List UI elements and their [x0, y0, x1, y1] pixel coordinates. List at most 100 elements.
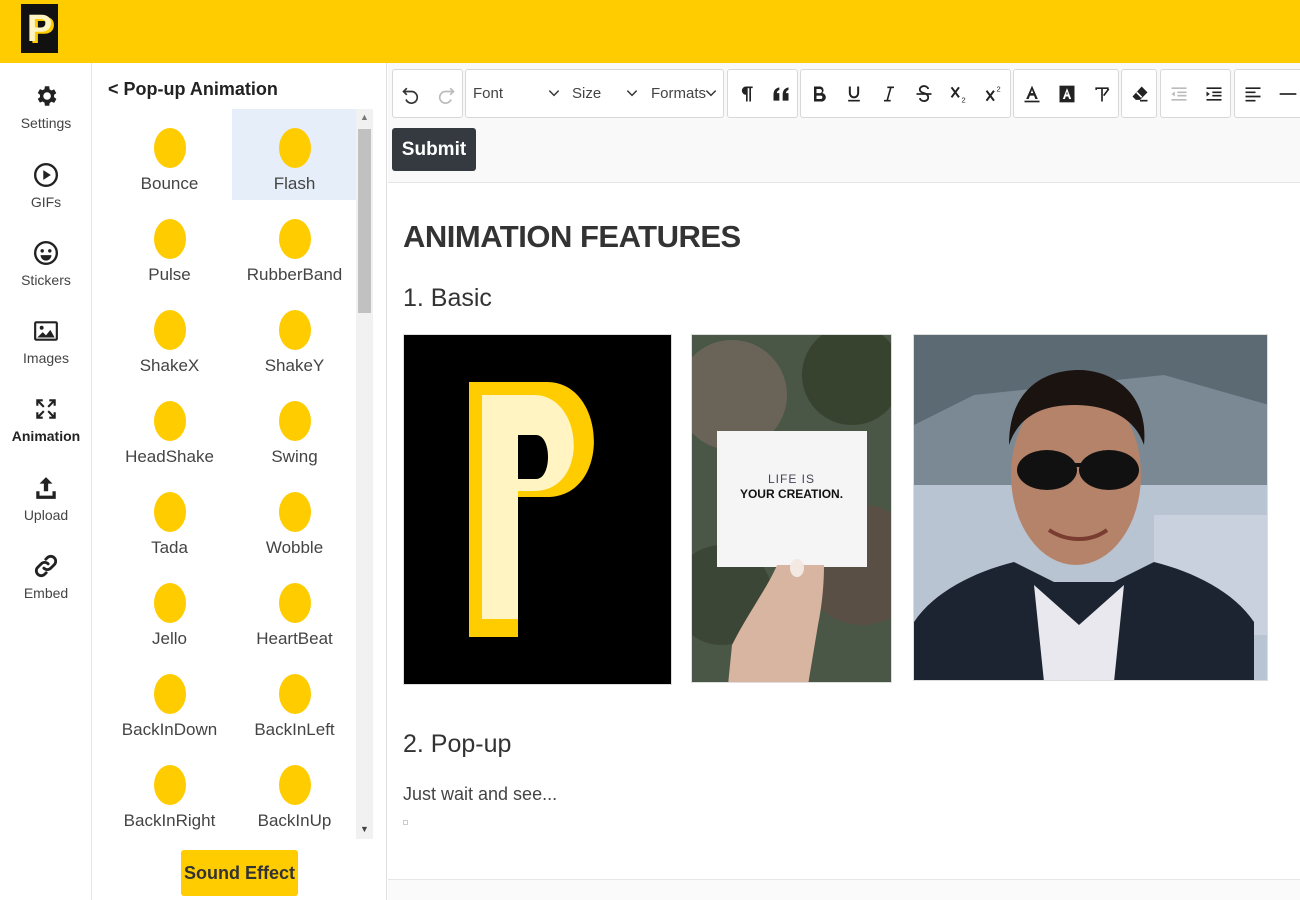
highlight-color-button[interactable]	[1049, 70, 1084, 117]
panel-scrollbar[interactable]: ▲ ▼	[356, 109, 373, 839]
clear-format-button[interactable]	[1122, 70, 1157, 117]
section-heading-popup: 2. Pop-up	[403, 730, 512, 758]
nav-label: Upload	[23, 507, 69, 523]
align-group	[1234, 69, 1300, 118]
nav-gifs[interactable]: GIFs	[0, 160, 92, 238]
superscript-button[interactable]: 2	[976, 70, 1011, 117]
app-logo[interactable]: P	[21, 4, 58, 53]
animation-option[interactable]: Flash	[232, 109, 357, 200]
formats-select[interactable]: Formats	[651, 70, 720, 117]
animation-dot	[278, 492, 311, 532]
nav-embed[interactable]: Embed	[0, 551, 92, 629]
animation-label: Pulse	[148, 265, 191, 284]
color-group	[1013, 69, 1119, 118]
animation-option[interactable]: HeadShake	[107, 382, 232, 473]
animation-option[interactable]: Jello	[107, 564, 232, 655]
quote-icon	[773, 86, 788, 101]
nav-animation[interactable]: Animation	[0, 394, 92, 472]
size-select[interactable]: Size	[572, 70, 641, 117]
left-nav-rail: Settings GIFs Stickers Images Animation …	[0, 63, 92, 900]
animation-label: Tada	[151, 538, 188, 557]
submit-button[interactable]: Submit	[392, 128, 476, 171]
eraser-icon	[1132, 86, 1147, 101]
animation-option[interactable]: RubberBand	[232, 200, 357, 291]
upload-icon	[36, 477, 56, 499]
hand-card-photo	[692, 335, 891, 682]
undo-icon	[401, 87, 418, 104]
animation-label: BackInLeft	[254, 720, 335, 739]
animation-option[interactable]: BackInDown	[107, 655, 232, 746]
outdent-button[interactable]	[1161, 70, 1196, 117]
animation-option[interactable]: BackInLeft	[232, 655, 357, 746]
paragraph-button[interactable]	[728, 70, 763, 117]
animation-dot	[278, 583, 311, 623]
scroll-thumb[interactable]	[358, 129, 371, 313]
underline-button[interactable]	[836, 70, 871, 117]
animation-dot	[153, 310, 186, 350]
redo-button[interactable]	[428, 70, 463, 117]
animation-option[interactable]: ShakeY	[232, 291, 357, 382]
subscript-icon: 2	[950, 86, 965, 104]
font-select[interactable]: Font	[473, 70, 563, 117]
animation-option[interactable]: Wobble	[232, 473, 357, 564]
nav-label: Images	[23, 350, 69, 366]
inline-placeholder	[403, 820, 408, 825]
animation-label: Jello	[152, 629, 187, 648]
undo-button[interactable]	[393, 70, 428, 117]
animation-option[interactable]: Swing	[232, 382, 357, 473]
animation-label: BackInUp	[257, 811, 332, 830]
sound-effect-button[interactable]: Sound Effect	[181, 850, 298, 896]
animation-option[interactable]: BackInUp	[232, 746, 357, 837]
nav-images[interactable]: Images	[0, 316, 92, 394]
font-controls-group: Font Size Formats	[465, 69, 724, 118]
animation-option[interactable]: HeartBeat	[232, 564, 357, 655]
person-gif[interactable]	[913, 334, 1268, 681]
animation-dot	[153, 401, 186, 441]
logo-gif[interactable]	[403, 334, 672, 685]
animation-label: ShakeY	[264, 356, 325, 375]
animation-option[interactable]: Tada	[107, 473, 232, 564]
italic-button[interactable]	[871, 70, 906, 117]
panel-back-title[interactable]: < Pop-up Animation	[108, 79, 278, 100]
subscript-button[interactable]: 2	[941, 70, 976, 117]
animation-label: Bounce	[140, 174, 199, 193]
font-color-button[interactable]	[1014, 70, 1049, 117]
editor-toolbar: Font Size Formats 2 2 Submit	[388, 63, 1300, 183]
text-style-group: 2 2	[800, 69, 1011, 118]
align-left-button[interactable]	[1235, 70, 1270, 117]
size-select-label: Size	[572, 85, 602, 102]
nav-label: Settings	[20, 115, 72, 131]
document-content[interactable]: ANIMATION FEATURES 1. Basic LIFE IS YOUR…	[388, 184, 1300, 879]
scroll-down-arrow-icon[interactable]: ▼	[356, 824, 373, 836]
nav-stickers[interactable]: Stickers	[0, 238, 92, 316]
redo-icon	[438, 87, 455, 104]
card-text-line2: YOUR CREATION.	[739, 487, 844, 501]
logo-letter: P	[26, 7, 53, 50]
strikethrough-button[interactable]	[906, 70, 941, 117]
text-format-icon	[1094, 86, 1109, 101]
indent-button[interactable]	[1196, 70, 1231, 117]
animation-dot	[278, 219, 311, 259]
nav-upload[interactable]: Upload	[0, 473, 92, 551]
indent-icon	[1206, 86, 1221, 101]
nav-settings[interactable]: Settings	[0, 81, 92, 159]
clear-group	[1121, 69, 1157, 118]
bold-button[interactable]	[801, 70, 836, 117]
play-icon	[33, 162, 59, 188]
underline-icon	[847, 86, 860, 101]
animation-option[interactable]: Bounce	[107, 109, 232, 200]
card-photo[interactable]: LIFE IS YOUR CREATION.	[691, 334, 892, 683]
font-color-icon	[1024, 85, 1039, 102]
animation-label: Flash	[273, 174, 316, 193]
blockquote-button[interactable]	[763, 70, 798, 117]
horizontal-rule-button[interactable]	[1270, 70, 1300, 117]
animation-option[interactable]: Pulse	[107, 200, 232, 291]
text-format-button[interactable]	[1084, 70, 1119, 117]
scroll-up-arrow-icon[interactable]: ▲	[356, 112, 373, 124]
chevron-down-icon	[626, 90, 638, 97]
animation-option[interactable]: ShakeX	[107, 291, 232, 382]
animation-dot	[278, 674, 311, 714]
bold-icon	[813, 86, 826, 102]
animation-option[interactable]: BackInRight	[107, 746, 232, 837]
animation-dot	[278, 765, 311, 805]
